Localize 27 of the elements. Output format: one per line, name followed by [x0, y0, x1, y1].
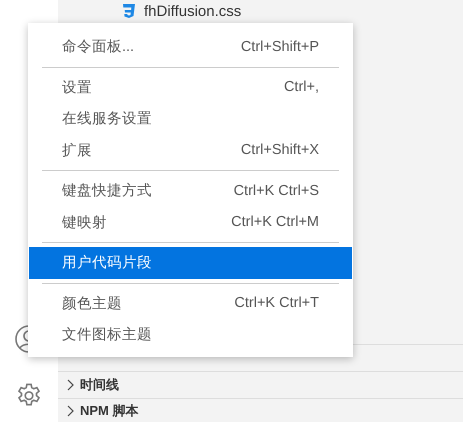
section-header[interactable]: 时间线	[80, 376, 119, 394]
section-header[interactable]: NPM 脚本	[80, 402, 138, 420]
file-name[interactable]: fhDiffusion.css	[144, 2, 242, 20]
menu-item-label: 键映射	[62, 214, 107, 232]
menu-item-label: 键盘快捷方式	[62, 182, 152, 200]
shortcut-label: Ctrl+K Ctrl+S	[234, 182, 319, 199]
menu-item[interactable]: 命令面板... Ctrl+Shift+P	[29, 31, 352, 62]
menu-item[interactable]: 文件图标主题	[29, 319, 352, 350]
menu-item[interactable]: 在线服务设置	[29, 103, 352, 134]
menu-item[interactable]: 键映射 Ctrl+K Ctrl+M	[29, 206, 352, 238]
menu-item[interactable]: 颜色主题 Ctrl+K Ctrl+T	[29, 288, 352, 319]
menu-item-label: 命令面板...	[62, 38, 134, 56]
shortcut-label: Ctrl+Shift+P	[240, 38, 319, 55]
shortcut-label: Ctrl+,	[284, 79, 319, 96]
menu-item-label: 颜色主题	[62, 294, 122, 313]
shortcut-label: Ctrl+K Ctrl+T	[234, 295, 319, 312]
menu-item[interactable]: 键盘快捷方式 Ctrl+K Ctrl+S	[29, 175, 352, 206]
css-file-icon	[122, 3, 136, 19]
chevron-right-icon	[66, 404, 74, 416]
shortcut-label: Ctrl+Shift+X	[240, 142, 319, 158]
shortcut-label: Ctrl+K Ctrl+M	[231, 214, 319, 230]
chevron-right-icon	[66, 379, 74, 391]
menu-item[interactable]: 设置 Ctrl+,	[29, 72, 352, 103]
menu-item-label: 扩展	[62, 142, 92, 160]
menu-item-label: 设置	[62, 78, 92, 97]
menu-item[interactable]: 扩展 Ctrl+Shift+X	[29, 134, 352, 166]
menu-item[interactable]: 用户代码片段	[29, 247, 352, 278]
